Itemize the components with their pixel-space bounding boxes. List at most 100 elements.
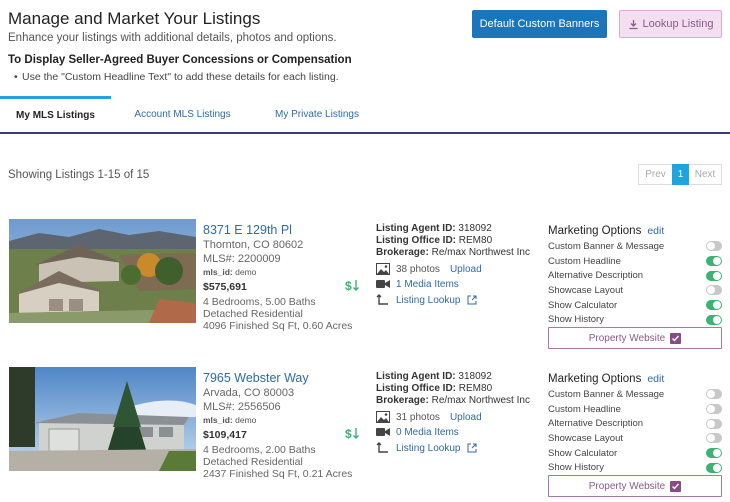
upload-photos-link[interactable]: Upload (450, 264, 482, 275)
mls-id-value: demo (235, 415, 257, 425)
toggle-switch[interactable] (706, 285, 722, 296)
option-show-history: Show History (548, 312, 722, 327)
agent-info: Listing Agent ID: 318092 Listing Office … (376, 223, 530, 259)
listing-address-link[interactable]: 7965 Webster Way (203, 371, 309, 385)
listing-photo[interactable] (9, 367, 196, 471)
listing-card: 8371 E 129th Pl Thornton, CO 80602 MLS#:… (0, 219, 730, 359)
marketing-options-panel: Marketing Options edit Custom Banner & Me… (548, 221, 722, 327)
notice-title: To Display Seller-Agreed Buyer Concessio… (8, 54, 352, 66)
lookup-listing-label: Lookup Listing (642, 18, 714, 30)
tab-account-mls-listings[interactable]: Account MLS Listings (111, 96, 254, 132)
toggle-switch[interactable] (706, 462, 722, 473)
listing-photo[interactable] (9, 219, 196, 323)
next-page-button[interactable]: Next (689, 164, 722, 185)
listing-beds-baths: 4 Bedrooms, 5.00 Baths (203, 296, 316, 308)
option-showcase-layout: Showcase Layout (548, 283, 722, 298)
photos-row: 38 photos Upload (376, 263, 482, 275)
listing-mls-id: mls_id: demo (203, 267, 256, 277)
toggle-switch[interactable] (706, 448, 722, 459)
page-1-button[interactable]: 1 (672, 164, 689, 185)
lookup-row: Listing Lookup (376, 294, 477, 306)
default-custom-banners-button[interactable]: Default Custom Banners (472, 10, 607, 38)
option-label: Alternative Description (548, 418, 644, 430)
toggle-switch[interactable] (706, 418, 722, 429)
option-label: Show History (548, 314, 604, 326)
listing-details: 4 Bedrooms, 2.00 Baths Detached Resident… (203, 444, 352, 480)
toggle-switch[interactable] (706, 241, 722, 252)
toggle-switch[interactable] (706, 300, 722, 311)
notice-bullet-text: Use the "Custom Headline Text" to add th… (22, 71, 339, 83)
listing-price: $109,417 (203, 429, 247, 441)
prev-page-button[interactable]: Prev (638, 164, 672, 185)
toggle-switch[interactable] (706, 404, 722, 415)
external-link-icon[interactable] (467, 443, 477, 453)
mls-id-label: mls_id: (203, 267, 233, 277)
photos-count: 38 photos (396, 263, 440, 275)
marketing-edit-link[interactable]: edit (647, 373, 664, 385)
office-id-label: Listing Office ID: (376, 235, 456, 246)
lookup-listing-button[interactable]: Lookup Listing (619, 10, 722, 38)
marketing-edit-link[interactable]: edit (647, 225, 664, 237)
video-camera-icon (376, 278, 390, 290)
office-id-value: REM80 (458, 383, 493, 394)
listing-address-link[interactable]: 8371 E 129th Pl (203, 223, 292, 237)
price-change-icon: $ (345, 278, 361, 293)
mls-id-label: mls_id: (203, 415, 233, 425)
option-label: Alternative Description (548, 270, 644, 282)
listing-beds-baths: 4 Bedrooms, 2.00 Baths (203, 444, 316, 456)
listing-sqft: 4096 Finished Sq Ft, 0.60 Acres (203, 320, 353, 332)
toggle-switch[interactable] (706, 314, 722, 325)
svg-text:$: $ (345, 279, 352, 292)
listing-mls-id: mls_id: demo (203, 415, 256, 425)
media-row: 1 Media Items (376, 278, 459, 290)
option-label: Show History (548, 462, 604, 474)
brokerage-label: Brokerage: (376, 395, 429, 406)
image-icon (376, 411, 390, 423)
option-label: Custom Headline (548, 403, 621, 415)
showing-count: Showing Listings 1-15 of 15 (8, 169, 150, 181)
option-alternative-description: Alternative Description (548, 268, 722, 283)
toggle-switch[interactable] (706, 389, 722, 400)
property-website-button[interactable]: Property Website (548, 327, 722, 349)
image-icon (376, 263, 390, 275)
option-label: Custom Headline (548, 255, 621, 267)
option-custom-headline: Custom Headline (548, 402, 722, 417)
photos-row: 31 photos Upload (376, 411, 482, 423)
property-website-label: Property Website (588, 332, 666, 344)
video-camera-icon (376, 426, 390, 438)
option-show-calculator: Show Calculator (548, 446, 722, 461)
option-alternative-description: Alternative Description (548, 416, 722, 431)
option-showcase-layout: Showcase Layout (548, 431, 722, 446)
toggle-switch[interactable] (706, 270, 722, 281)
listing-lookup-link[interactable]: Listing Lookup (396, 295, 461, 306)
listing-sqft: 2437 Finished Sq Ft, 0.21 Acres (203, 468, 353, 480)
toggle-switch[interactable] (706, 256, 722, 267)
svg-text:$: $ (345, 427, 352, 440)
toggle-switch[interactable] (706, 433, 722, 444)
office-id-label: Listing Office ID: (376, 383, 456, 394)
upload-photos-link[interactable]: Upload (450, 412, 482, 423)
listing-card: 7965 Webster Way Arvada, CO 80003 MLS#: … (0, 367, 730, 502)
agent-info: Listing Agent ID: 318092 Listing Office … (376, 371, 530, 407)
listing-city: Thornton, CO 80602 (203, 239, 304, 251)
tab-my-mls-listings[interactable]: My MLS Listings (0, 96, 111, 132)
listing-mls-number: MLS#: 2556506 (203, 401, 281, 413)
price-change-icon: $ (345, 426, 361, 441)
tab-my-private-listings[interactable]: My Private Listings (254, 96, 380, 132)
option-show-history: Show History (548, 460, 722, 475)
media-items-link[interactable]: 1 Media Items (396, 279, 459, 290)
download-icon (628, 19, 639, 30)
option-label: Show Calculator (548, 299, 618, 311)
media-items-link[interactable]: 0 Media Items (396, 427, 459, 438)
option-label: Custom Banner & Message (548, 240, 665, 252)
checkbox-checked-icon (670, 332, 682, 344)
external-link-icon[interactable] (467, 295, 477, 305)
listing-lookup-link[interactable]: Listing Lookup (396, 443, 461, 454)
page-subtitle: Enhance your listings with additional de… (8, 32, 337, 44)
listing-type: Detached Residential (203, 456, 303, 468)
agent-id-label: Listing Agent ID: (376, 371, 456, 382)
agent-id-value: 318092 (458, 371, 492, 382)
media-row: 0 Media Items (376, 426, 459, 438)
lookup-arrow-icon (376, 294, 390, 306)
property-website-button[interactable]: Property Website (548, 475, 722, 497)
